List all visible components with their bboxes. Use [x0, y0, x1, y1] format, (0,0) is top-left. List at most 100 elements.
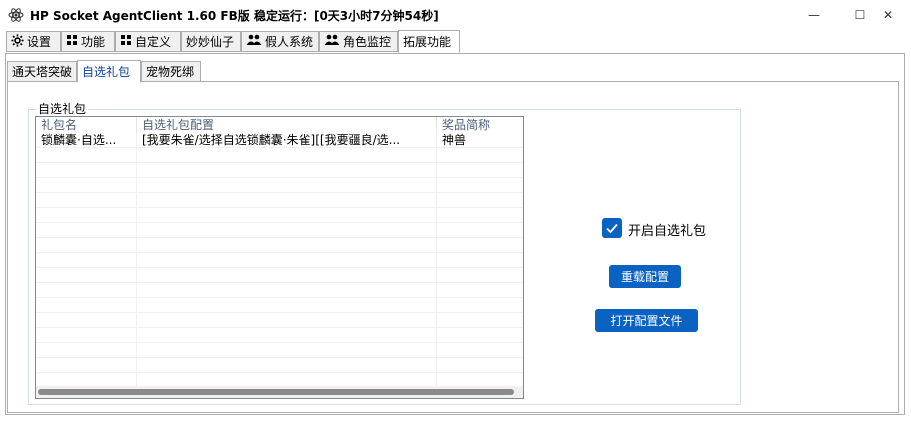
close-icon: ✕ — [882, 8, 894, 22]
tab-label: 妙妙仙子 — [186, 35, 235, 49]
empty-table-row — [36, 163, 523, 178]
minimize-icon: — — [808, 8, 820, 22]
list-rows: 锁麟囊·自选... [我要朱雀/选择自选锁麟囊·朱雀][[我要疆良/选... 神… — [36, 133, 523, 388]
tab-label: 拓展功能 — [403, 35, 452, 49]
tab-functions[interactable]: 功能 — [61, 31, 115, 52]
tab-settings[interactable]: 设置 — [6, 31, 61, 52]
users-icon-svg — [324, 34, 340, 45]
empty-cell — [137, 148, 437, 163]
column-header-pack-name[interactable]: 礼包名 — [36, 117, 137, 133]
group-title: 自选礼包 — [36, 100, 89, 117]
users-icon — [246, 34, 262, 49]
tab-tower-breakthrough[interactable]: 通天塔突破 — [7, 61, 77, 82]
empty-cell — [137, 163, 437, 178]
empty-cell — [137, 193, 437, 208]
tab-label: 角色监控 — [343, 35, 392, 49]
empty-cell — [36, 148, 137, 163]
empty-table-row — [36, 298, 523, 313]
tab-bot-system[interactable]: 假人系统 — [241, 31, 319, 52]
empty-cell — [437, 283, 523, 298]
empty-table-row — [36, 328, 523, 343]
table-row[interactable]: 锁麟囊·自选... [我要朱雀/选择自选锁麟囊·朱雀][[我要疆良/选... 神… — [36, 133, 523, 148]
empty-cell — [36, 223, 137, 238]
empty-cell — [137, 298, 437, 313]
empty-cell — [137, 283, 437, 298]
grid-icon-svg — [67, 35, 77, 45]
empty-cell — [437, 328, 523, 343]
tab-custom[interactable]: 自定义 — [115, 31, 181, 52]
empty-cell — [137, 208, 437, 223]
empty-table-row — [36, 313, 523, 328]
empty-table-row — [36, 193, 523, 208]
scrollbar-thumb[interactable] — [38, 389, 514, 395]
empty-cell — [137, 178, 437, 193]
empty-cell — [437, 343, 523, 358]
empty-table-row — [36, 238, 523, 253]
empty-cell — [36, 163, 137, 178]
empty-cell — [437, 298, 523, 313]
maximize-icon: ☐ — [854, 8, 866, 22]
empty-table-row — [36, 178, 523, 193]
empty-cell — [137, 358, 437, 373]
empty-table-row — [36, 208, 523, 223]
empty-cell — [137, 253, 437, 268]
empty-cell — [137, 268, 437, 283]
empty-cell — [36, 328, 137, 343]
empty-table-row — [36, 268, 523, 283]
enable-gift-pack-label[interactable]: 开启自选礼包 — [628, 220, 706, 239]
grid-icon-svg — [121, 35, 131, 45]
tab-label: 宠物死绑 — [146, 65, 195, 79]
tab-label: 设置 — [27, 35, 52, 49]
column-header-config[interactable]: 自选礼包配置 — [137, 117, 437, 133]
cell-prize: 神兽 — [442, 133, 467, 147]
empty-table-row — [36, 148, 523, 163]
horizontal-scrollbar[interactable] — [36, 386, 523, 398]
empty-table-row — [36, 223, 523, 238]
tab-gift-pack[interactable]: 自选礼包 — [77, 60, 141, 83]
empty-cell — [36, 238, 137, 253]
close-button[interactable]: ✕ — [865, 0, 911, 30]
tab-label: 功能 — [81, 35, 106, 49]
tab-fairy[interactable]: 妙妙仙子 — [181, 31, 241, 52]
tab-label: 自定义 — [135, 35, 172, 49]
empty-table-row — [36, 253, 523, 268]
atom-icon — [8, 8, 24, 22]
enable-gift-pack-checkbox[interactable] — [602, 218, 622, 238]
empty-table-row — [36, 343, 523, 358]
empty-cell — [437, 238, 523, 253]
checkmark-icon — [606, 223, 618, 234]
empty-table-row — [36, 283, 523, 298]
empty-cell — [137, 313, 437, 328]
tab-pet-bind[interactable]: 宠物死绑 — [141, 61, 201, 82]
empty-cell — [137, 238, 437, 253]
empty-cell — [437, 268, 523, 283]
empty-cell — [437, 358, 523, 373]
open-config-file-button[interactable]: 打开配置文件 — [595, 309, 698, 332]
empty-cell — [437, 208, 523, 223]
empty-cell — [437, 253, 523, 268]
users-icon — [324, 34, 340, 49]
empty-cell — [36, 283, 137, 298]
list-header: 礼包名 自选礼包配置 奖品简称 — [36, 117, 523, 133]
empty-cell — [36, 208, 137, 223]
cell-pack-name: 锁麟囊·自选... — [36, 133, 137, 148]
tab-label: 通天塔突破 — [12, 65, 73, 79]
empty-cell — [137, 328, 437, 343]
tab-label: 自选礼包 — [82, 65, 131, 79]
empty-cell — [36, 298, 137, 313]
tab-role-monitor[interactable]: 角色监控 — [319, 31, 398, 52]
cell-config: [我要朱雀/选择自选锁麟囊·朱雀][[我要疆良/选... — [137, 133, 437, 148]
empty-cell — [36, 268, 137, 283]
minimize-button[interactable]: — — [791, 0, 837, 30]
empty-cell — [36, 193, 137, 208]
empty-cell — [137, 343, 437, 358]
tab-label: 假人系统 — [265, 35, 314, 49]
gift-pack-list[interactable]: 礼包名 自选礼包配置 奖品简称 锁麟囊·自选... [我要朱雀/选择自选锁麟囊·… — [35, 116, 524, 399]
grid-icon — [66, 34, 78, 49]
empty-cell — [36, 343, 137, 358]
empty-cell — [437, 148, 523, 163]
reload-config-button[interactable]: 重载配置 — [609, 265, 681, 288]
column-header-prize[interactable]: 奖品简称 — [437, 117, 523, 133]
tab-extensions[interactable]: 拓展功能 — [398, 30, 460, 53]
window-title: HP Socket AgentClient 1.60 FB版 稳定运行：[0天3… — [30, 9, 439, 23]
